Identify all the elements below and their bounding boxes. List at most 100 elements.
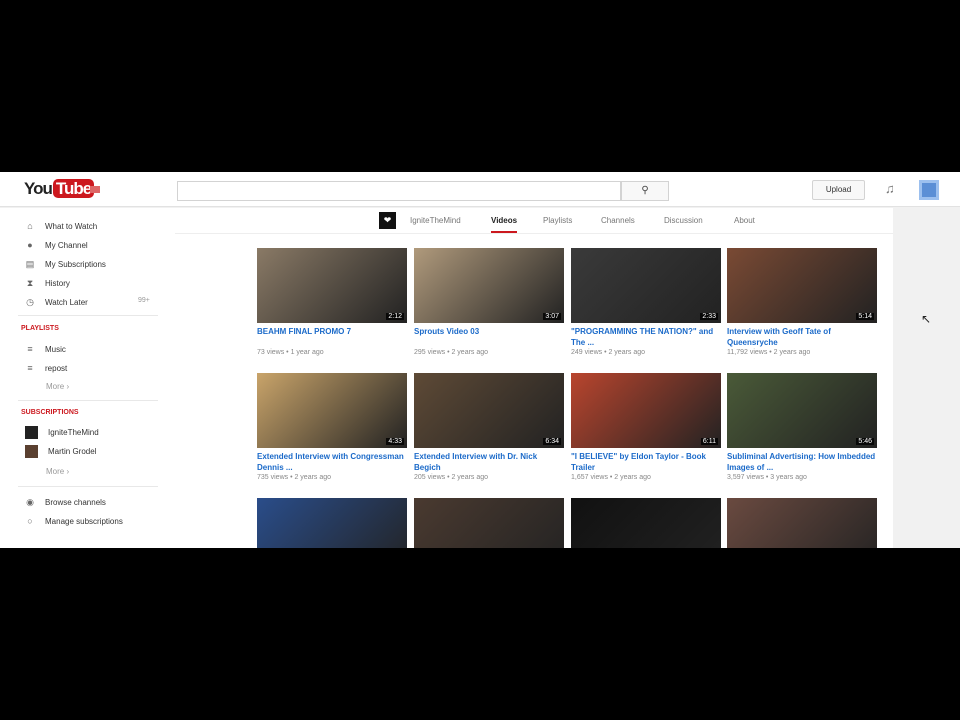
video-card[interactable]: 2:12 BEAHM FINAL PROMO 7 73 views • 1 year… <box>257 248 407 356</box>
bell-icon[interactable]: ♫ <box>885 181 895 196</box>
video-meta: 11,792 views • 2 years ago <box>727 349 811 356</box>
sidebar-item-label: Browse channels <box>45 498 106 507</box>
channel-tabs: ❤ IgniteTheMind Videos Playlists Channel… <box>175 208 893 234</box>
hourglass-icon: ⧗ <box>26 278 34 288</box>
divider <box>18 315 158 316</box>
search-button[interactable]: ⚲ <box>621 181 669 201</box>
channel-name[interactable]: IgniteTheMind <box>410 216 461 225</box>
video-card[interactable]: 6:34 Extended Interview with Dr. Nick Beg… <box>414 373 564 481</box>
browse-channels-link[interactable]: ◉ Browse channels <box>25 497 106 508</box>
subscription-item[interactable]: Martin Grodel <box>25 445 96 458</box>
sidebar-item-my-channel[interactable]: ● My Channel <box>25 240 87 250</box>
video-meta: 3,597 views • 3 years ago <box>727 474 807 481</box>
sidebar-item-what-to-watch[interactable]: ⌂ What to Watch <box>25 221 97 231</box>
video-thumbnail[interactable]: 5:14 <box>727 248 877 323</box>
tab-channels[interactable]: Channels <box>601 216 635 225</box>
tab-playlists[interactable]: Playlists <box>543 216 572 225</box>
video-meta: 295 views • 2 years ago <box>414 349 489 356</box>
video-card[interactable]: 5:14 Interview with Geoff Tate of Queensr… <box>727 248 877 356</box>
video-card[interactable] <box>414 498 564 548</box>
channel-main: ❤ IgniteTheMind Videos Playlists Channel… <box>175 208 893 548</box>
youtube-logo[interactable]: You Tube <box>24 179 95 199</box>
video-card[interactable]: 5:46 Subliminal Advertising: How Imbedded… <box>727 373 877 481</box>
video-duration: 3:07 <box>543 313 561 320</box>
video-thumbnail[interactable]: 6:34 <box>414 373 564 448</box>
manage-subscriptions-link[interactable]: ○ Manage subscriptions <box>25 516 123 526</box>
video-title[interactable]: "I BELIEVE" by Eldon Taylor - Book Trail… <box>571 451 721 473</box>
sidebar-item-history[interactable]: ⧗ History <box>25 278 70 289</box>
subscription-item[interactable]: IgniteTheMind <box>25 426 99 439</box>
search-input[interactable] <box>177 181 621 201</box>
video-meta: 1,657 views • 2 years ago <box>571 474 651 481</box>
video-thumbnail[interactable]: 5:46 <box>727 373 877 448</box>
video-title[interactable]: "PROGRAMMING THE NATION?" and The ... <box>571 326 721 348</box>
channel-icon: ● <box>27 240 33 250</box>
video-title[interactable]: Interview with Geoff Tate of Queensryche <box>727 326 877 348</box>
channel-thumbnail <box>25 445 38 458</box>
video-title[interactable]: Extended Interview with Dr. Nick Begich <box>414 451 564 473</box>
video-thumbnail[interactable]: 4:33 <box>257 373 407 448</box>
tab-discussion[interactable]: Discussion <box>664 216 703 225</box>
video-thumbnail[interactable]: 2:33 <box>571 248 721 323</box>
tab-videos[interactable]: Videos <box>491 216 518 233</box>
avatar[interactable] <box>919 180 939 200</box>
video-duration: 5:46 <box>856 438 874 445</box>
video-duration: 5:14 <box>856 313 874 320</box>
video-duration: 2:33 <box>700 313 718 320</box>
video-duration: 2:12 <box>386 313 404 320</box>
logo-tube: Tube <box>52 179 95 198</box>
sidebar-item-label: repost <box>45 363 68 373</box>
video-meta: 735 views • 2 years ago <box>257 474 332 481</box>
sidebar-item-label: Martin Grodel <box>48 447 97 456</box>
sidebar-item-label: My Subscriptions <box>45 260 106 269</box>
video-title[interactable]: Subliminal Advertising: How Imbedded Ima… <box>727 451 877 473</box>
video-thumbnail[interactable] <box>257 498 407 548</box>
playlists-heading: PLAYLISTS <box>21 325 59 332</box>
video-meta: 205 views • 2 years ago <box>414 474 489 481</box>
upload-button[interactable]: Upload <box>812 180 865 200</box>
video-thumbnail[interactable]: 2:12 <box>257 248 407 323</box>
sidebar: ⌂ What to Watch ● My Channel ▤ My Subscript… <box>0 208 175 548</box>
sidebar-item-label: Watch Later <box>45 298 88 307</box>
divider <box>18 400 158 401</box>
video-title[interactable]: Extended Interview with Congressman Denn… <box>257 451 407 473</box>
playlist-item-repost[interactable]: ≡ repost <box>25 363 67 373</box>
subscriptions-heading: SUBSCRIPTIONS <box>21 409 79 416</box>
sidebar-item-label: What to Watch <box>45 221 98 231</box>
video-thumbnail[interactable] <box>414 498 564 548</box>
channel-icon[interactable]: ❤ <box>379 212 396 229</box>
sidebar-item-label: History <box>45 279 70 288</box>
video-card[interactable] <box>727 498 877 548</box>
video-thumbnail[interactable]: 3:07 <box>414 248 564 323</box>
playlist-icon: ≡ <box>27 363 33 373</box>
video-card[interactable] <box>257 498 407 548</box>
video-thumbnail[interactable]: 6:11 <box>571 373 721 448</box>
video-card[interactable]: 2:33 "PROGRAMMING THE NATION?" and The ..… <box>571 248 721 356</box>
country-flag-icon[interactable] <box>90 186 100 193</box>
mouse-cursor-icon: ↖ <box>921 312 932 326</box>
video-title[interactable]: BEAHM FINAL PROMO 7 <box>257 326 407 348</box>
right-gutter <box>893 208 960 548</box>
video-card[interactable]: 4:33 Extended Interview with Congressman … <box>257 373 407 481</box>
sidebar-item-watch-later[interactable]: ◷ Watch Later <box>25 297 88 308</box>
sidebar-item-label: IgniteTheMind <box>48 428 99 437</box>
video-card[interactable]: 3:07 Sprouts Video 03 295 views • 2 years … <box>414 248 564 356</box>
subscriptions-more-link[interactable]: More › <box>46 467 69 476</box>
video-duration: 6:11 <box>700 438 718 445</box>
video-title[interactable]: Sprouts Video 03 <box>414 326 564 348</box>
playlist-item-music[interactable]: ≡ Music <box>25 344 66 354</box>
watch-later-count: 99+ <box>138 297 150 304</box>
video-thumbnail[interactable] <box>571 498 721 548</box>
channel-thumbnail <box>25 426 38 439</box>
video-thumbnail[interactable] <box>727 498 877 548</box>
sidebar-item-label: Music <box>45 344 66 354</box>
sidebar-item-my-subscriptions[interactable]: ▤ My Subscriptions <box>25 259 106 270</box>
playlists-more-link[interactable]: More › <box>46 382 69 391</box>
video-meta: 73 views • 1 year ago <box>257 349 324 356</box>
tab-about[interactable]: About <box>734 216 755 225</box>
video-card[interactable] <box>571 498 721 548</box>
divider <box>18 486 158 487</box>
video-meta: 249 views • 2 years ago <box>571 349 646 356</box>
video-card[interactable]: 6:11 "I BELIEVE" by Eldon Taylor - Book T… <box>571 373 721 481</box>
browser-screen: You Tube ⚲ Upload ♫ ⌂ What to Watch ● My Ch… <box>0 172 960 548</box>
